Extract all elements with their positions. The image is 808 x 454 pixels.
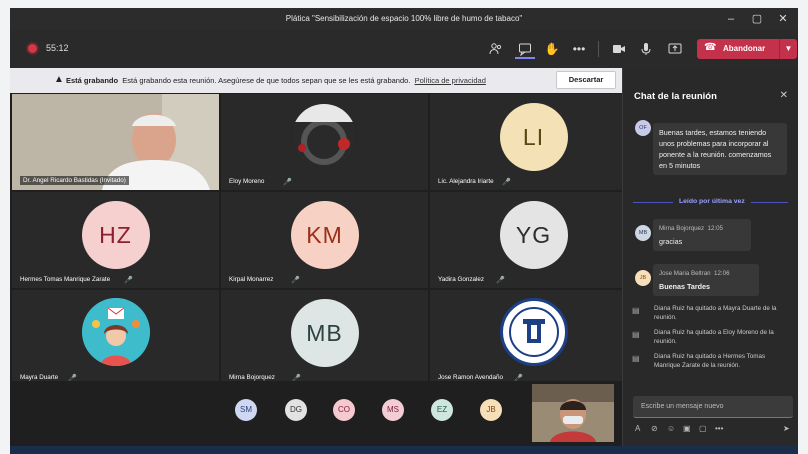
chat-message: Mirna Bojorquez 12:05 gracias: [653, 219, 751, 251]
close-chat-icon[interactable]: ✕: [780, 90, 788, 101]
chevron-down-icon[interactable]: ▼: [779, 39, 797, 59]
participant-tile[interactable]: YG Yadira Gonzalez 🎤: [430, 192, 637, 288]
recording-banner: ▲ Está grabando Está grabando esta reuni…: [10, 68, 622, 93]
chat-message: Buenas tardes, estamos teniendo unos pro…: [653, 123, 787, 175]
more-actions-icon[interactable]: •••: [569, 39, 589, 59]
gif-icon[interactable]: ▣: [683, 424, 691, 433]
overflow-avatar[interactable]: CO: [333, 399, 355, 421]
muted-mic-icon: 🎤: [502, 179, 511, 186]
recording-prefix: Está grabando: [66, 76, 119, 85]
overflow-avatar[interactable]: JB: [480, 399, 502, 421]
participant-avatar: HZ: [81, 201, 150, 269]
windows-taskbar: [10, 446, 798, 454]
teams-meeting-window: Plática "Sensibilización de espacio 100%…: [10, 8, 798, 454]
emoji-icon[interactable]: ☺: [667, 424, 675, 433]
message-time: 12:06: [714, 270, 730, 277]
maximize-icon[interactable]: ▢: [748, 11, 766, 27]
user-removed-icon: ▤: [632, 306, 640, 315]
muted-mic-icon: 🎤: [124, 277, 133, 284]
participant-avatar: MB: [290, 299, 359, 367]
attach-icon[interactable]: ⊘: [651, 424, 658, 433]
user-removed-icon: ▤: [632, 330, 640, 339]
message-time: 12:05: [707, 225, 723, 232]
participant-name: Jose Ramon Avendaño: [438, 374, 503, 381]
dismiss-button[interactable]: Descartar: [556, 71, 616, 89]
title-bar: Plática "Sensibilización de espacio 100%…: [10, 8, 798, 30]
participant-tile[interactable]: Dr. Angel Ricardo Bastidas (Invitado): [12, 94, 219, 190]
overflow-avatar[interactable]: MS: [382, 399, 404, 421]
recording-message: Está grabando esta reunión. Asegúrese de…: [122, 76, 411, 85]
window-title: Plática "Sensibilización de espacio 100%…: [285, 14, 523, 23]
chat-message-input[interactable]: Escribe un mensaje nuevo: [633, 396, 793, 418]
recording-dot-icon: [28, 44, 37, 53]
system-message: ▤ Diana Ruiz ha quitado a Mayra Duarte d…: [632, 305, 777, 321]
participants-icon[interactable]: [486, 39, 506, 59]
muted-mic-icon: 🎤: [283, 179, 292, 186]
user-removed-icon: ▤: [632, 354, 640, 363]
participant-name: Dr. Angel Ricardo Bastidas (Invitado): [20, 176, 129, 185]
message-author: Jose Maria Beltran: [659, 270, 711, 277]
more-options-icon[interactable]: •••: [715, 424, 723, 433]
participant-name: Mayra Duarte: [20, 374, 59, 381]
participant-tile[interactable]: Eloy Moreno 🎤: [221, 94, 428, 190]
participant-name: Eloy Moreno: [229, 178, 265, 185]
participant-illustration: [82, 298, 150, 366]
meeting-timer: 55:12: [46, 43, 69, 53]
muted-mic-icon: 🎤: [291, 277, 300, 284]
participant-name: Kirpal Monarrez: [229, 276, 274, 283]
participant-avatar: KM: [290, 201, 359, 269]
participant-tile[interactable]: LI Lic. Alejandra Iriarte 🎤: [430, 94, 637, 190]
chat-avatar: JB: [635, 270, 651, 286]
system-message: ▤ Diana Ruiz ha quitado a Eloy Moreno de…: [632, 329, 774, 345]
participant-name: Lic. Alejandra Iriarte: [438, 178, 494, 185]
overflow-avatar[interactable]: EZ: [431, 399, 453, 421]
camera-icon[interactable]: [609, 39, 629, 59]
leave-label: Abandonar: [723, 44, 766, 53]
participant-tile[interactable]: KM Kirpal Monarrez 🎤: [221, 192, 428, 288]
participant-grid: Dr. Angel Ricardo Bastidas (Invitado) El…: [10, 93, 637, 386]
warning-icon: ▲: [54, 74, 64, 85]
chat-avatar: MB: [635, 225, 651, 241]
participant-logo: [500, 298, 568, 366]
participant-avatar: YG: [499, 201, 568, 269]
format-icon[interactable]: A: [635, 424, 640, 433]
meeting-chat-panel: Chat de la reunión ✕ OF Buenas tardes, e…: [622, 68, 798, 446]
minimize-icon[interactable]: –: [722, 11, 740, 27]
participant-tile[interactable]: HZ Hermes Tomas Manrique Zarate 🎤: [12, 192, 219, 288]
chat-avatar: OF: [635, 120, 651, 136]
self-video-preview[interactable]: [532, 384, 614, 442]
participant-tile[interactable]: Mayra Duarte 🎤: [12, 290, 219, 386]
compose-toolbar: A ⊘ ☺ ▣ ▢ ••• ➤: [633, 424, 793, 438]
overflow-avatar[interactable]: SM: [235, 399, 257, 421]
participant-tile[interactable]: MB Mirna Bojorquez 🎤: [221, 290, 428, 386]
muted-mic-icon: 🎤: [496, 277, 505, 284]
leave-meeting-button[interactable]: ☎ Abandonar ▼: [697, 39, 797, 59]
participant-avatar: LI: [499, 103, 568, 171]
participant-tile[interactable]: Jose Ramon Avendaño 🎤: [430, 290, 637, 386]
participant-name: Hermes Tomas Manrique Zarate: [20, 276, 111, 283]
raise-hand-icon[interactable]: ✋: [542, 39, 562, 59]
close-icon[interactable]: ✕: [774, 11, 792, 27]
participant-name: Yadira Gonzalez: [438, 276, 485, 283]
overflow-participants-strip: SM DG CO MS EZ JB: [10, 381, 622, 446]
privacy-policy-link[interactable]: Política de privacidad: [415, 76, 486, 85]
hang-up-phone-icon: ☎: [704, 42, 717, 53]
chat-title: Chat de la reunión: [634, 91, 717, 102]
chat-icon[interactable]: [515, 39, 535, 59]
message-text: gracias: [659, 237, 683, 246]
participant-photo: [292, 104, 356, 168]
microphone-icon[interactable]: [636, 39, 656, 59]
read-label: Leído por última vez: [673, 198, 751, 205]
divider: [598, 41, 599, 57]
message-text: Buenas Tardes: [659, 282, 710, 291]
send-icon[interactable]: ➤: [783, 424, 790, 433]
share-screen-icon[interactable]: [665, 39, 685, 59]
participant-name: Mirna Bojorquez: [229, 374, 275, 381]
system-message: ▤ Diana Ruiz ha quitado a Hermes Tomas M…: [632, 353, 766, 369]
sticker-icon[interactable]: ▢: [699, 424, 707, 433]
message-author: Mirna Bojorquez: [659, 225, 705, 232]
meeting-controls-bar: 55:12 ✋ ••• ☎ Abandonar ▼: [10, 30, 798, 68]
chat-message: Jose Maria Beltran 12:06 Buenas Tardes: [653, 264, 759, 296]
overflow-avatar[interactable]: DG: [285, 399, 307, 421]
